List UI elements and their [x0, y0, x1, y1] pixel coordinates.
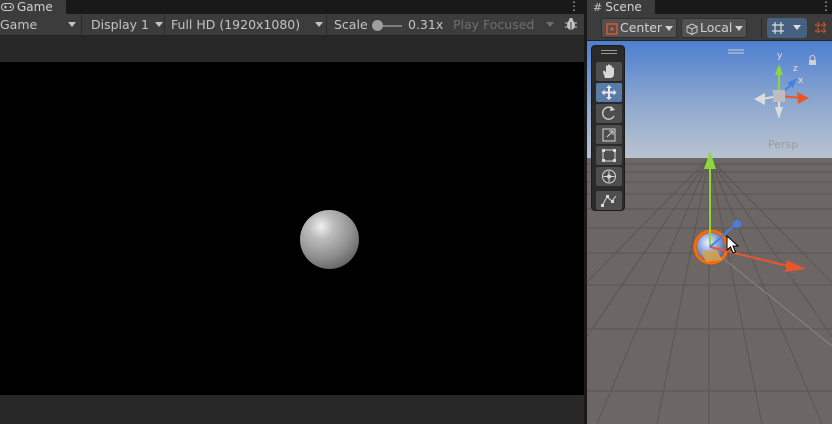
play-mode-dropdown[interactable]: Play Focused	[447, 15, 557, 35]
scale-tool-button[interactable]	[596, 125, 622, 144]
hand-tool-icon	[603, 64, 614, 78]
toolbar-separator	[761, 18, 762, 38]
rect-tool-icon	[602, 149, 616, 162]
scale-label: Scale	[334, 17, 368, 32]
move-tool-icon	[601, 85, 617, 100]
game-tabbar: Game ⋮	[0, 0, 584, 14]
grid-snap-icon	[771, 21, 785, 38]
local-cube-icon	[686, 22, 698, 40]
sphere-object	[300, 210, 359, 269]
chevron-down-icon	[315, 22, 323, 27]
tools-overlay	[591, 45, 625, 211]
custom-tool-button[interactable]	[596, 191, 622, 210]
game-viewport[interactable]	[0, 62, 584, 395]
z-axis-knob[interactable]	[733, 220, 741, 228]
tools-drag-handle-line	[601, 53, 617, 54]
chevron-down-icon	[68, 22, 76, 27]
snap-increment-button[interactable]	[811, 18, 831, 38]
scale-tool-icon	[602, 128, 616, 142]
chevron-down-icon	[155, 22, 163, 27]
gizmo-z-label: z	[793, 64, 798, 74]
chevron-down-icon	[546, 22, 554, 27]
scene-more-menu-kebab-icon[interactable]: ⋮	[820, 0, 832, 12]
gizmo-x-label: x	[798, 76, 804, 86]
transform-tool-button[interactable]	[596, 167, 622, 186]
pivot-label: Center	[620, 20, 663, 35]
play-mode-label: Play Focused	[453, 17, 535, 32]
view-mode-dropdown[interactable]: Game	[0, 15, 82, 35]
game-panel: Game ⋮ Game Display 1 Full HD (1920x1080…	[0, 0, 584, 424]
scale-control: Scale 0.31x	[328, 15, 446, 35]
game-more-menu-kebab-icon[interactable]: ⋮	[568, 0, 580, 12]
grid-hash-icon: #	[593, 1, 603, 14]
chevron-down-icon	[665, 26, 673, 31]
tab-scene[interactable]: # Scene	[587, 0, 655, 14]
resolution-dropdown[interactable]: Full HD (1920x1080)	[165, 15, 327, 35]
tab-scene-label: Scene	[605, 0, 642, 14]
projection-label[interactable]: Persp	[768, 138, 798, 151]
scene-toolbar: Center Local	[587, 14, 832, 41]
space-dropdown[interactable]: Local	[681, 18, 747, 38]
chevron-down-icon	[735, 26, 743, 31]
display-label: Display 1	[91, 17, 150, 32]
center-pivot-icon	[606, 22, 618, 40]
custom-tool-icon	[601, 195, 617, 207]
space-label: Local	[700, 20, 733, 35]
gizmo-y-label: y	[777, 51, 783, 61]
grid-snap-increment-icon	[814, 21, 828, 38]
scene-viewport[interactable]: y x z Persp	[587, 41, 832, 424]
chevron-down-icon	[793, 25, 801, 30]
pivot-dropdown[interactable]: Center	[601, 18, 677, 38]
game-toolbar: Game Display 1 Full HD (1920x1080) Scale…	[0, 14, 584, 36]
bug-icon[interactable]	[564, 17, 578, 34]
rotate-tool-icon	[602, 106, 615, 120]
tab-game[interactable]: Game	[0, 0, 66, 14]
view-mode-label: Game	[0, 17, 38, 32]
tools-drag-handle[interactable]	[601, 50, 617, 51]
mouse-cursor-icon	[726, 234, 740, 258]
scene-tabbar: # Scene ⋮	[587, 0, 832, 14]
scale-slider-knob[interactable]	[372, 20, 383, 31]
rect-tool-button[interactable]	[596, 146, 622, 165]
scale-value: 0.31x	[408, 17, 444, 32]
grid-toggle-button[interactable]	[767, 18, 807, 38]
move-tool-button[interactable]	[596, 83, 622, 102]
display-dropdown[interactable]: Display 1	[85, 15, 165, 35]
resolution-label: Full HD (1920x1080)	[171, 17, 301, 32]
rotate-tool-button[interactable]	[596, 104, 622, 123]
scene-panel: # Scene ⋮ Center Local y x z Persp	[587, 0, 832, 424]
transform-tool-icon	[602, 169, 616, 184]
tab-game-label: Game	[17, 0, 53, 14]
hand-tool-button[interactable]	[596, 62, 622, 81]
gamepad-icon	[1, 1, 14, 15]
